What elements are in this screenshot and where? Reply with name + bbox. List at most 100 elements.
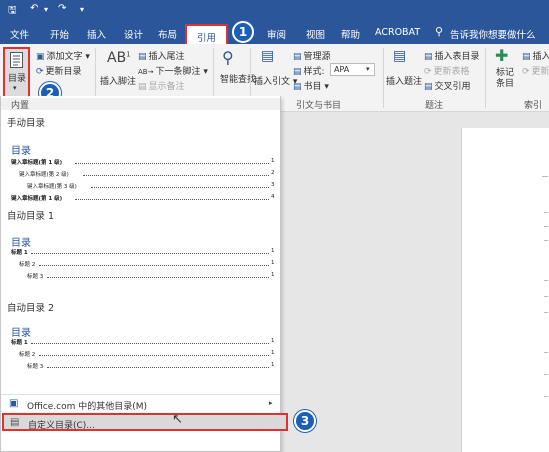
toc-gallery: 内置 手动目录 目录 键入章标题(第 1 级) 1 键入章标题(第 2 级) 2… bbox=[0, 96, 288, 452]
document-page[interactable] bbox=[461, 128, 549, 452]
captions-group-label: 题注 bbox=[425, 101, 444, 111]
auto-toc-2-title: 目录 bbox=[11, 328, 31, 339]
manual-toc-title: 目录 bbox=[11, 146, 31, 157]
manage-sources-icon: ▤ bbox=[293, 51, 302, 62]
search-icon: ⚲ bbox=[435, 25, 444, 38]
style-icon: ▤ bbox=[293, 66, 302, 77]
toc-page: 3 bbox=[271, 182, 275, 188]
chevron-right-icon: ▸ bbox=[269, 399, 273, 407]
add-text-button[interactable]: ▣ 添加文字 ▾ bbox=[36, 49, 90, 63]
office-more-toc-item[interactable]: ▣ Office.com 中的其他目录(M) ▸ bbox=[1, 394, 280, 412]
toc-page: 1 bbox=[271, 338, 275, 344]
tab-home[interactable]: 开始 bbox=[50, 27, 69, 41]
ribbon-tabs: 文件 开始 插入 设计 布局 引用 审阅 视图 帮助 ACROBAT ⚲ 告诉我… bbox=[0, 22, 549, 44]
manage-sources-button[interactable]: ▤ 管理源 bbox=[293, 49, 331, 63]
index-group-label: 索引 bbox=[524, 101, 543, 111]
insert-footnote-button[interactable]: 插入脚注 bbox=[100, 74, 136, 87]
cross-reference-button[interactable]: ▤ 交叉引用 bbox=[424, 79, 471, 93]
gallery-header: 内置 bbox=[1, 98, 280, 111]
show-notes-button[interactable]: ▤ 显示备注 bbox=[138, 79, 185, 93]
mark-entry-button[interactable]: 标记条目 bbox=[494, 68, 516, 90]
chevron-down-icon: ▾ bbox=[366, 65, 370, 73]
tab-references[interactable]: 引用 bbox=[185, 24, 229, 44]
tell-me-box[interactable]: 告诉我你想要做什么 bbox=[450, 27, 536, 41]
manual-toc-name: 手动目录 bbox=[7, 118, 46, 129]
update-index-button[interactable]: ⟳ 更新 bbox=[522, 64, 549, 78]
refresh-icon: ⟳ bbox=[522, 66, 530, 77]
mouse-cursor-icon: ↖ bbox=[172, 412, 183, 427]
step-badge-3: 3 bbox=[294, 410, 316, 432]
chevron-down-icon: ▾ bbox=[13, 84, 17, 92]
add-text-icon: ▣ bbox=[36, 51, 45, 62]
toc-page: 2 bbox=[271, 170, 275, 176]
manual-toc-option[interactable]: 手动目录 目录 键入章标题(第 1 级) 1 键入章标题(第 2 级) 2 键入… bbox=[3, 112, 279, 208]
redo-icon[interactable]: ↷ bbox=[58, 3, 66, 14]
tab-design[interactable]: 设计 bbox=[124, 27, 143, 41]
custom-toc-icon: ▤ bbox=[10, 417, 20, 428]
toc-entry: 标题 1 bbox=[11, 340, 28, 346]
tab-view[interactable]: 视图 bbox=[306, 27, 325, 41]
tab-layout[interactable]: 布局 bbox=[158, 27, 177, 41]
toc-icon bbox=[10, 52, 23, 68]
endnote-icon: ▤ bbox=[138, 51, 147, 62]
insert-index-icon: ▤ bbox=[522, 51, 531, 62]
undo-icon[interactable]: ↶ bbox=[30, 3, 38, 14]
tab-help[interactable]: 帮助 bbox=[341, 27, 360, 41]
customize-icon[interactable]: ▾ bbox=[80, 5, 84, 14]
toc-entry: 键入章标题(第 1 级) bbox=[11, 196, 63, 202]
insert-caption-button[interactable]: 插入题注 bbox=[386, 74, 422, 87]
refresh-icon: ⟳ bbox=[424, 66, 432, 77]
next-footnote-icon: AB→ bbox=[138, 67, 154, 76]
insert-citation-button[interactable]: 插入引文 ▾ bbox=[254, 74, 297, 87]
office-icon: ▣ bbox=[9, 398, 19, 409]
insert-table-of-figures-button[interactable]: ▤ 插入表目录 bbox=[424, 49, 480, 63]
citations-group-label: 引文与书目 bbox=[296, 101, 342, 111]
toc-button-label: 目录 bbox=[8, 74, 27, 84]
auto-toc-2-name: 自动目录 2 bbox=[7, 303, 55, 314]
insert-citation-icon: ▤ bbox=[261, 48, 275, 64]
next-footnote-button[interactable]: AB→ 下一条脚注 ▾ bbox=[138, 64, 208, 77]
auto-toc-1-title: 目录 bbox=[11, 238, 31, 249]
toc-button[interactable]: 目录 ▾ bbox=[3, 47, 30, 98]
toc-entry: 标题 2 bbox=[19, 352, 36, 358]
bibliography-button[interactable]: ▤ 书目 ▾ bbox=[293, 79, 329, 93]
toc-entry: 标题 2 bbox=[19, 262, 36, 268]
update-table-button[interactable]: ⟳ 更新表格 bbox=[424, 64, 470, 78]
smart-lookup-icon: ⚲ bbox=[222, 48, 234, 67]
cross-reference-icon: ▤ bbox=[424, 81, 433, 92]
toc-page: 1 bbox=[271, 158, 275, 164]
custom-toc-item[interactable]: ▤ 自定义目录(C)... bbox=[2, 413, 288, 431]
toc-page: 1 bbox=[271, 272, 275, 278]
mark-entry-icon: ✚ bbox=[495, 46, 509, 65]
style-label: ▤ 样式: bbox=[293, 66, 325, 78]
toc-page: 1 bbox=[271, 260, 275, 266]
tab-insert[interactable]: 插入 bbox=[87, 27, 106, 41]
tab-review[interactable]: 审阅 bbox=[267, 27, 286, 41]
save-icon[interactable]: 🖫 bbox=[8, 3, 17, 20]
footnote-ab-icon: AB1 bbox=[107, 50, 131, 66]
toc-entry: 标题 3 bbox=[27, 274, 44, 280]
table-of-figures-icon: ▤ bbox=[424, 51, 433, 62]
update-toc-button[interactable]: ⟳ 更新目录 bbox=[36, 64, 82, 78]
insert-endnote-button[interactable]: ▤ 插入尾注 bbox=[138, 49, 185, 63]
insert-index-button[interactable]: ▤ 插入 bbox=[522, 49, 549, 63]
refresh-icon: ⟳ bbox=[36, 66, 44, 77]
toc-page: 1 bbox=[271, 248, 275, 254]
toc-entry: 标题 1 bbox=[11, 250, 28, 256]
tab-acrobat[interactable]: ACROBAT bbox=[375, 27, 420, 38]
toc-page: 1 bbox=[271, 350, 275, 356]
citation-style-select[interactable]: APA ▾ bbox=[330, 63, 375, 76]
tab-file[interactable]: 文件 bbox=[10, 27, 29, 41]
toc-entry: 键入章标题(第 3 级) bbox=[27, 184, 77, 190]
bibliography-icon: ▤ bbox=[293, 81, 302, 92]
toc-page: 4 bbox=[271, 194, 275, 200]
toc-entry: 标题 3 bbox=[27, 364, 44, 370]
undo-dropdown-icon[interactable]: ▾ bbox=[44, 5, 48, 14]
toc-entry: 键入章标题(第 1 级) bbox=[11, 160, 63, 166]
toc-entry: 键入章标题(第 2 级) bbox=[19, 172, 69, 178]
auto-toc-2-option[interactable]: 自动目录 2 目录 标题 1 1 标题 2 1 标题 3 1 bbox=[3, 300, 279, 384]
step-badge-1: 1 bbox=[232, 21, 254, 43]
show-notes-icon: ▤ bbox=[138, 81, 147, 92]
auto-toc-1-option[interactable]: 自动目录 1 目录 标题 1 1 标题 2 1 标题 3 1 bbox=[3, 208, 279, 294]
insert-caption-icon: ▤ bbox=[393, 48, 407, 64]
